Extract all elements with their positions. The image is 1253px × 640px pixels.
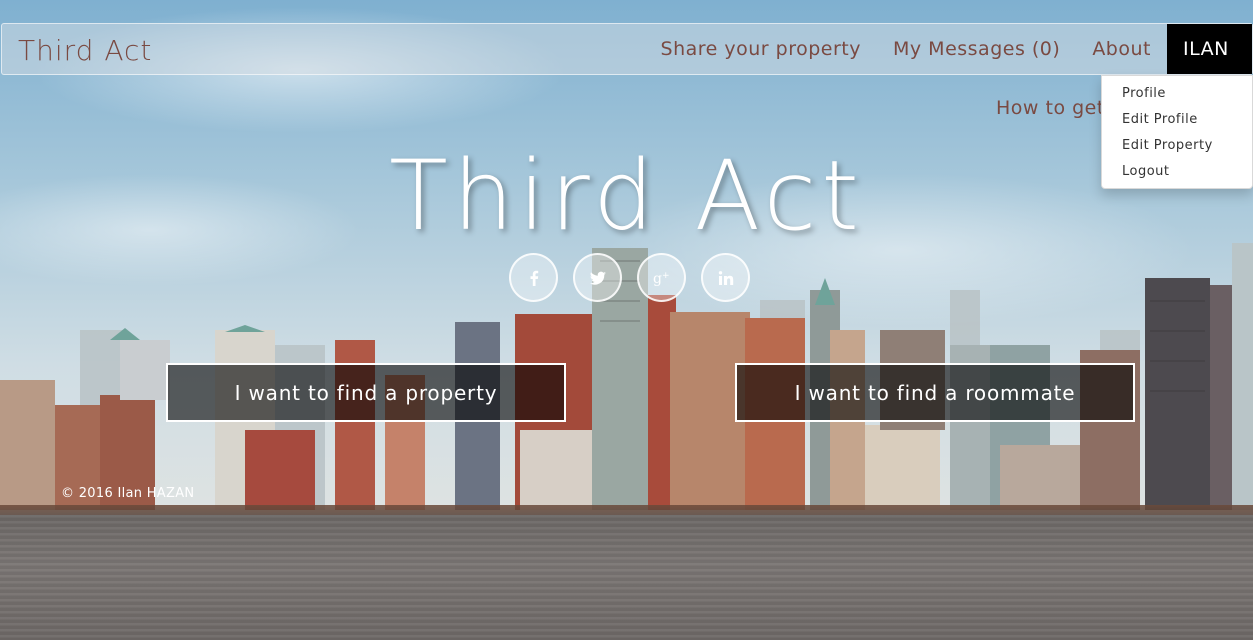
social-links: g + <box>509 253 750 302</box>
menu-item-profile[interactable]: Profile <box>1102 81 1252 107</box>
twitter-icon[interactable] <box>573 253 622 302</box>
user-menu-toggle[interactable]: ILAN <box>1167 24 1252 102</box>
background-skyline-image <box>0 0 1253 640</box>
google-plus-icon[interactable]: g + <box>637 253 686 302</box>
nav-my-messages[interactable]: My Messages (0) <box>877 24 1076 74</box>
linkedin-icon[interactable] <box>701 253 750 302</box>
hero-title: Third Act <box>389 140 864 252</box>
navbar: Third Act Share your property My Message… <box>1 23 1253 102</box>
footer-copyright: © 2016 Ilan HAZAN <box>61 486 195 501</box>
menu-item-edit-profile[interactable]: Edit Profile <box>1102 107 1252 133</box>
svg-text:g: g <box>653 271 662 287</box>
svg-text:+: + <box>662 271 670 281</box>
nav-links: Share your property My Messages (0) Abou… <box>645 24 1252 102</box>
nav-share-property[interactable]: Share your property <box>645 24 877 74</box>
brand-logo[interactable]: Third Act <box>18 34 152 67</box>
how-to-get-link[interactable]: How to get <box>996 97 1105 119</box>
facebook-icon[interactable] <box>509 253 558 302</box>
find-roommate-button[interactable]: I want to find a roommate <box>735 363 1135 422</box>
find-property-button[interactable]: I want to find a property <box>166 363 566 422</box>
user-name: ILAN <box>1183 38 1229 60</box>
water <box>0 515 1253 640</box>
nav-about[interactable]: About <box>1076 24 1167 74</box>
